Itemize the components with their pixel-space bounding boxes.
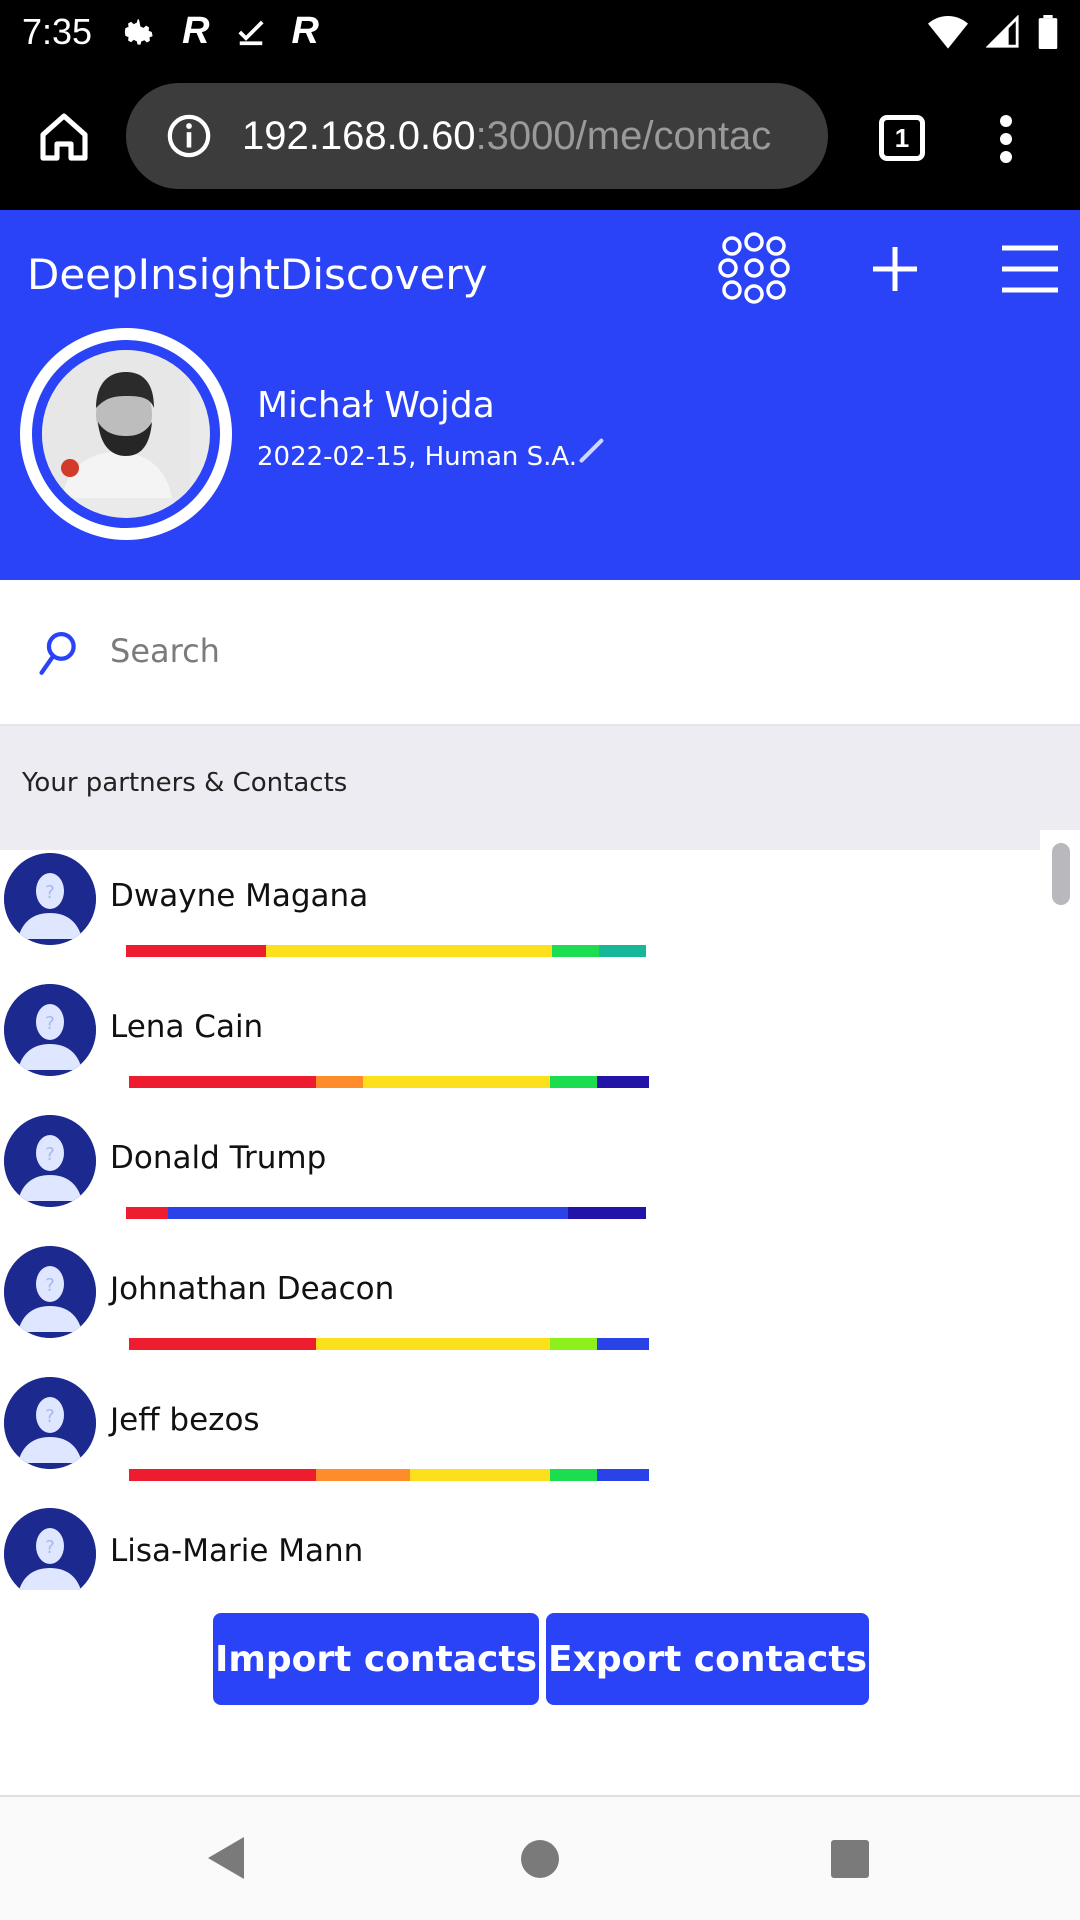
export-contacts-button[interactable]: Export contacts bbox=[546, 1613, 869, 1705]
home-circle-icon[interactable] bbox=[520, 1839, 560, 1879]
contact-avatar-icon: ? bbox=[4, 1115, 96, 1207]
battery-icon bbox=[1038, 14, 1058, 49]
svg-text:?: ? bbox=[45, 1013, 55, 1034]
section-title: Your partners & Contacts bbox=[22, 768, 348, 798]
score-bar-segment bbox=[596, 1076, 649, 1088]
search-input[interactable]: Search bbox=[110, 632, 220, 670]
score-bar-segment bbox=[316, 1076, 363, 1088]
score-bar bbox=[129, 1469, 649, 1481]
score-bar-segment bbox=[316, 1469, 410, 1481]
score-bar-segment bbox=[550, 1469, 597, 1481]
score-bar-segment bbox=[167, 1207, 568, 1219]
app-header: DeepInsightDiscovery Michał Wojda 2022-0… bbox=[0, 210, 1080, 580]
edit-pencil-icon[interactable] bbox=[578, 436, 606, 464]
status-time: 7:35 bbox=[22, 10, 93, 52]
svg-text:?: ? bbox=[45, 1275, 55, 1296]
contacts-list: ? Dwayne Magana? Lena Cain? Donald Trump? Jo… bbox=[0, 850, 1080, 1590]
score-bar-segment bbox=[316, 1338, 551, 1350]
contact-avatar-icon: ? bbox=[4, 853, 96, 945]
check-icon bbox=[237, 20, 264, 45]
contact-row[interactable]: ? Dwayne Magana bbox=[0, 850, 1040, 981]
score-bar-segment bbox=[596, 1469, 649, 1481]
profile-name: Michał Wojda bbox=[257, 385, 495, 426]
score-bar-segment bbox=[599, 945, 646, 957]
score-bar-segment bbox=[129, 1338, 317, 1350]
contact-name[interactable]: Dwayne Magana bbox=[110, 878, 368, 914]
brand-title[interactable]: DeepInsightDiscovery bbox=[27, 250, 487, 299]
score-bar bbox=[126, 1207, 646, 1219]
contact-name[interactable]: Donald Trump bbox=[110, 1140, 326, 1176]
info-icon[interactable] bbox=[166, 113, 212, 159]
address-bar[interactable]: 192.168.0.60:3000/me/contac bbox=[126, 83, 828, 189]
status-bar: 7:35 R R bbox=[0, 0, 1080, 63]
score-bar-segment bbox=[550, 1076, 597, 1088]
section-header: Your partners & Contacts bbox=[0, 726, 1080, 850]
score-bar-segment bbox=[129, 1076, 317, 1088]
import-contacts-button[interactable]: Import contacts bbox=[213, 1613, 539, 1705]
score-bar-segment bbox=[409, 1469, 551, 1481]
url-host: 192.168.0.60 bbox=[242, 113, 476, 158]
svg-text:?: ? bbox=[45, 882, 55, 903]
contact-name[interactable]: Lena Cain bbox=[110, 1009, 263, 1045]
contact-row[interactable]: ? Lisa-Marie Mann bbox=[0, 1505, 1040, 1590]
contact-avatar-icon: ? bbox=[4, 1246, 96, 1338]
score-bar-segment bbox=[567, 1207, 646, 1219]
score-bar-segment bbox=[596, 1338, 649, 1350]
contact-row[interactable]: ? Lena Cain bbox=[0, 981, 1040, 1112]
add-icon[interactable] bbox=[870, 244, 920, 294]
gear-icon bbox=[124, 18, 153, 45]
more-vert-icon[interactable] bbox=[996, 115, 1016, 163]
score-bar bbox=[126, 945, 646, 957]
contact-avatar-icon: ? bbox=[4, 984, 96, 1076]
score-bar-segment bbox=[266, 945, 553, 957]
back-icon[interactable] bbox=[204, 1835, 248, 1881]
contact-row[interactable]: ? Jeff bezos bbox=[0, 1374, 1040, 1505]
home-icon[interactable] bbox=[36, 109, 92, 165]
url-text[interactable]: 192.168.0.60:3000/me/contac bbox=[242, 114, 802, 159]
score-bar-segment bbox=[126, 1207, 168, 1219]
svg-text:?: ? bbox=[45, 1537, 55, 1558]
profile-subtitle: 2022-02-15, Human S.A. bbox=[257, 442, 578, 472]
profile-avatar[interactable] bbox=[20, 328, 232, 540]
r-app-icon: R bbox=[182, 10, 210, 52]
contact-name[interactable]: Johnathan Deacon bbox=[110, 1271, 394, 1307]
signal-icon bbox=[986, 14, 1019, 48]
score-bar-segment bbox=[550, 1338, 597, 1350]
r-app-icon: R bbox=[291, 10, 319, 52]
recents-icon[interactable] bbox=[830, 1839, 870, 1879]
wifi-icon bbox=[928, 15, 968, 49]
system-nav-bar bbox=[0, 1795, 1080, 1920]
svg-text:?: ? bbox=[45, 1406, 55, 1427]
tab-switcher-button[interactable]: 1 bbox=[879, 115, 925, 161]
svg-text:?: ? bbox=[45, 1144, 55, 1165]
search-bar[interactable]: Search bbox=[0, 580, 1080, 726]
contact-row[interactable]: ? Donald Trump bbox=[0, 1112, 1040, 1243]
score-bar-segment bbox=[126, 945, 267, 957]
avatar bbox=[42, 350, 190, 498]
score-bar bbox=[129, 1338, 649, 1350]
apps-grid-icon[interactable] bbox=[718, 232, 790, 304]
browser-toolbar: 192.168.0.60:3000/me/contac 1 bbox=[0, 63, 1080, 210]
score-bar bbox=[129, 1076, 649, 1088]
url-path: :3000/me/contac bbox=[475, 113, 772, 158]
score-bar-segment bbox=[362, 1076, 551, 1088]
contact-name[interactable]: Jeff bezos bbox=[110, 1402, 260, 1438]
contact-avatar-icon: ? bbox=[4, 1377, 96, 1469]
score-bar-segment bbox=[552, 945, 600, 957]
contact-avatar-icon: ? bbox=[4, 1508, 96, 1590]
score-bar-segment bbox=[129, 1469, 317, 1481]
contact-name[interactable]: Lisa-Marie Mann bbox=[110, 1533, 363, 1569]
menu-icon[interactable] bbox=[1002, 244, 1058, 294]
search-icon bbox=[39, 631, 76, 675]
scrollbar-thumb[interactable] bbox=[1052, 843, 1070, 905]
contact-row[interactable]: ? Johnathan Deacon bbox=[0, 1243, 1040, 1374]
